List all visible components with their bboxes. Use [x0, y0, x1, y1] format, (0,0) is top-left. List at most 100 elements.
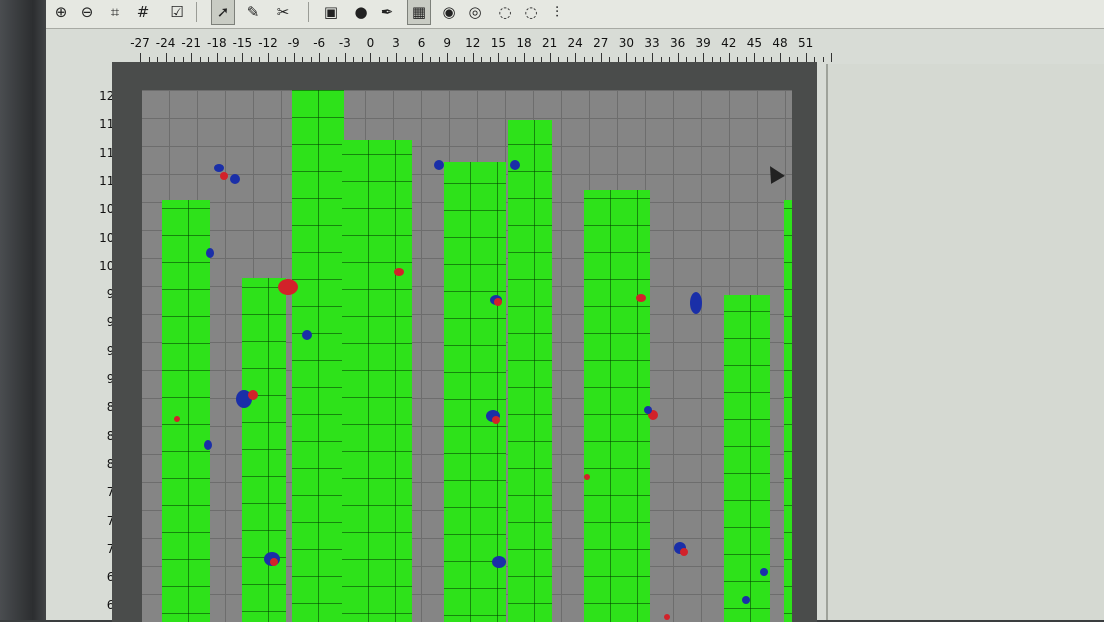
- x-tick-label: -21: [181, 36, 201, 50]
- anomaly-positive[interactable]: [636, 294, 646, 302]
- survey-strip: [242, 278, 286, 622]
- x-tick-mark: [268, 53, 269, 62]
- x-tick-mark: [626, 53, 628, 62]
- survey-strip: [784, 200, 792, 622]
- x-tick-label: 3: [392, 36, 400, 50]
- marker-orange-icon[interactable]: ◌: [520, 0, 542, 24]
- select-cut-icon[interactable]: ✂: [272, 0, 294, 24]
- x-tick-mark: [831, 53, 833, 62]
- anomaly-positive[interactable]: [680, 548, 688, 556]
- x-tick-label: 33: [644, 36, 660, 50]
- x-tick-mark: [191, 53, 193, 62]
- pen-icon[interactable]: ✒: [376, 0, 398, 24]
- x-tick-mark: [216, 53, 218, 62]
- x-tick-label: 21: [541, 36, 558, 50]
- x-tick-mark: [396, 53, 397, 62]
- x-tick-label: 51: [797, 36, 814, 50]
- anomaly-negative[interactable]: [760, 568, 768, 576]
- anomaly-positive[interactable]: [492, 416, 500, 424]
- x-tick-label: 42: [721, 36, 737, 50]
- x-tick-label: 15: [490, 36, 507, 50]
- x-tick-mark: [370, 53, 372, 62]
- x-axis-ruler: -27 -24 -21 -18 -15 -12 -9 -6 -3 0 3 6 9 12 15 18 21 24 27…: [116, 30, 836, 64]
- toolbar: ⊕ ⊖ ⌗ # ☑ ➚ ✎ ✂ ▣ ● ✒ ▦ ◉ ◎ ◌ ◌ ⫶: [46, 0, 1104, 29]
- anomaly-positive[interactable]: [494, 298, 502, 306]
- zoom-in-icon[interactable]: ⊕: [50, 0, 72, 24]
- marker-yellow-icon[interactable]: ◌: [494, 0, 516, 24]
- anomaly-positive[interactable]: [220, 172, 228, 180]
- x-tick-mark: [447, 53, 449, 62]
- anomaly-positive[interactable]: [278, 279, 298, 295]
- x-tick-mark: [319, 53, 321, 62]
- x-tick-mark: [677, 53, 679, 62]
- anomaly-positive[interactable]: [270, 558, 278, 566]
- zoom-out-icon[interactable]: ⊖: [76, 0, 98, 24]
- grid-toggle-icon[interactable]: ▦: [407, 0, 431, 25]
- x-tick-mark: [728, 53, 730, 62]
- select-wand-icon[interactable]: ✎: [242, 0, 264, 24]
- x-tick-mark: [242, 53, 244, 62]
- anomaly-negative[interactable]: [206, 248, 214, 258]
- x-tick-label: 30: [618, 36, 635, 50]
- toolbar-separator: [308, 2, 309, 22]
- anomaly-negative[interactable]: [510, 160, 520, 170]
- x-tick-mark: [140, 53, 141, 62]
- checklist-icon[interactable]: ☑: [166, 0, 188, 24]
- x-tick-label: 9: [443, 36, 452, 50]
- x-tick-label: -18: [206, 36, 227, 50]
- x-tick-label: 18: [516, 36, 532, 50]
- survey-strip: [444, 162, 506, 622]
- anomaly-negative[interactable]: [690, 292, 702, 314]
- x-tick-label: 24: [567, 36, 583, 50]
- zoom-fit-icon[interactable]: ⌗: [104, 0, 126, 24]
- x-tick-label: 39: [695, 36, 711, 50]
- anomaly-negative[interactable]: [214, 164, 224, 172]
- x-tick-label: 0: [366, 36, 375, 50]
- survey-strip: [162, 200, 210, 622]
- image-icon[interactable]: ▣: [320, 0, 342, 24]
- x-tick-label: -9: [287, 36, 300, 50]
- x-tick-mark: [754, 53, 756, 62]
- x-tick-mark: [165, 53, 167, 62]
- x-tick-mark: [293, 53, 295, 62]
- anomaly-negative[interactable]: [644, 406, 652, 414]
- anomaly-negative[interactable]: [230, 174, 240, 184]
- x-tick-label: 45: [746, 36, 763, 50]
- survey-map-canvas[interactable]: [142, 90, 792, 622]
- anomaly-negative[interactable]: [204, 440, 212, 450]
- anomaly-positive[interactable]: [584, 474, 590, 480]
- x-tick-mark: [421, 53, 423, 62]
- anomaly-positive[interactable]: [664, 614, 670, 620]
- anomaly-positive[interactable]: [248, 390, 258, 400]
- waveform-icon[interactable]: ⫶: [546, 0, 568, 24]
- anomaly-negative[interactable]: [434, 160, 444, 170]
- x-tick-mark: [344, 53, 346, 62]
- x-tick-label: 6: [417, 36, 426, 50]
- x-tick-mark: [600, 53, 602, 62]
- x-tick-label: -27: [130, 36, 150, 50]
- x-tick-mark: [549, 53, 551, 62]
- grid-snap-icon[interactable]: #: [132, 0, 154, 24]
- x-tick-mark: [498, 53, 500, 62]
- anomaly-negative[interactable]: [492, 556, 506, 568]
- survey-strip: [584, 190, 650, 622]
- survey-strip: [342, 140, 412, 622]
- application-window: ⊕ ⊖ ⌗ # ☑ ➚ ✎ ✂ ▣ ● ✒ ▦ ◉ ◎ ◌ ◌ ⫶ -27 -24 -21 -18 -15 -12 -9 -6…: [46, 0, 1104, 622]
- colormap-icon[interactable]: ◉: [438, 0, 460, 24]
- x-tick-mark: [652, 53, 653, 62]
- x-tick-label: 12: [465, 36, 481, 50]
- x-tick-mark: [524, 53, 525, 62]
- target-icon[interactable]: ◎: [464, 0, 486, 24]
- x-tick-mark: [805, 53, 807, 62]
- side-panel: [826, 64, 1104, 620]
- anomaly-negative[interactable]: [302, 330, 312, 340]
- anomaly-positive[interactable]: [394, 268, 404, 276]
- x-tick-label: -3: [338, 36, 351, 50]
- x-tick-mark: [575, 53, 577, 62]
- anomaly-negative[interactable]: [742, 596, 750, 604]
- select-arrow-icon[interactable]: ➚: [211, 0, 235, 25]
- survey-strip: [508, 120, 552, 622]
- anomaly-positive[interactable]: [174, 416, 180, 422]
- survey-strip: [292, 90, 344, 622]
- circle-fill-icon[interactable]: ●: [350, 0, 372, 24]
